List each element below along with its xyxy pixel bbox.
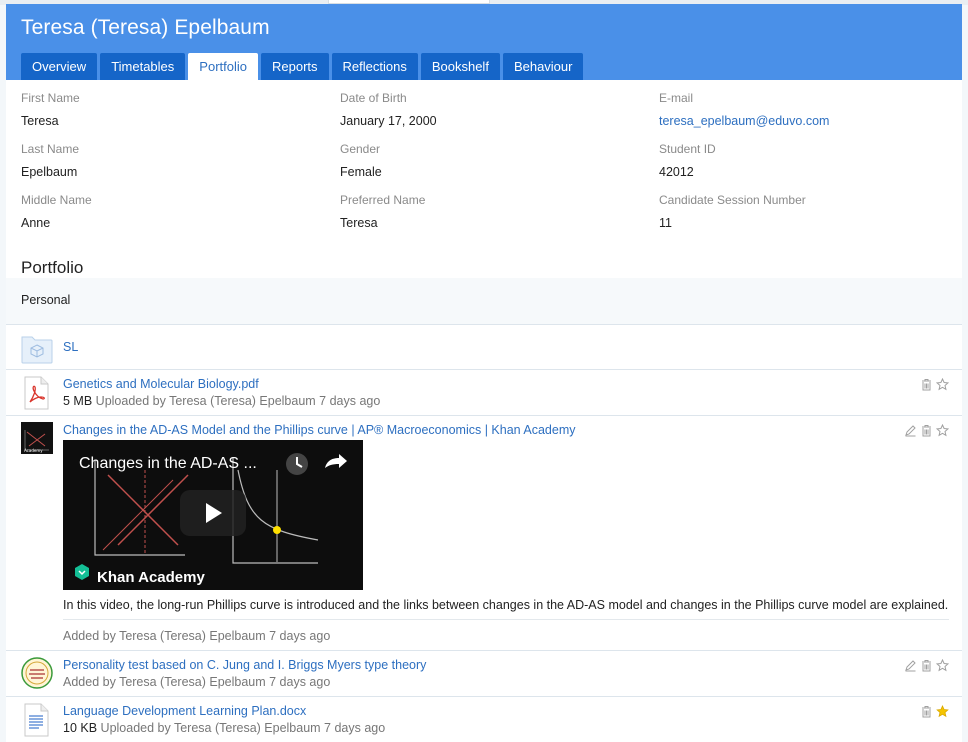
folder-row-sl[interactable]: SL <box>6 326 962 370</box>
tab-bookshelf[interactable]: Bookshelf <box>420 53 500 80</box>
item-divider <box>63 619 949 620</box>
trash-icon[interactable] <box>920 705 933 718</box>
item-size: 10 KB <box>63 721 98 735</box>
svg-text:Academy: Academy <box>24 448 43 453</box>
item-added-by: Added by Teresa (Teresa) Epelbaum 7 days… <box>63 675 331 689</box>
trash-icon[interactable] <box>920 659 933 672</box>
item-meta: 10 KB Uploaded by Teresa (Teresa) Epelba… <box>63 721 385 735</box>
star-filled-icon[interactable] <box>936 705 949 718</box>
item-description: In this video, the long-run Phillips cur… <box>63 598 949 612</box>
trash-icon[interactable] <box>920 378 933 391</box>
field-preferred-name: Preferred Name Teresa <box>340 193 640 230</box>
student-info: First Name Teresa Date of Birth January … <box>6 80 962 276</box>
item-title-link[interactable]: Personality test based on C. Jung and I.… <box>63 658 426 672</box>
field-label: Last Name <box>21 142 80 156</box>
field-gender: Gender Female <box>340 142 640 179</box>
portfolio-item-pdf: Genetics and Molecular Biology.pdf 5 MB … <box>6 370 962 416</box>
portfolio-section-personal: Personal <box>6 278 962 325</box>
student-name: Teresa (Teresa) Epelbaum <box>21 16 270 39</box>
pencil-icon[interactable] <box>904 659 917 672</box>
item-actions <box>920 377 950 391</box>
item-added-by: Added by Teresa (Teresa) Epelbaum 7 days… <box>63 629 331 643</box>
item-title-link[interactable]: Changes in the AD-AS Model and the Phill… <box>63 423 576 437</box>
portfolio-item-docx: Language Development Learning Plan.docx … <box>6 697 962 742</box>
field-label: Date of Birth <box>340 91 407 105</box>
field-label: Student ID <box>659 142 716 156</box>
star-icon[interactable] <box>935 658 950 672</box>
item-size: 5 MB <box>63 394 93 408</box>
embedded-video-player[interactable]: Changes in the AD-AS ... Khan Academy <box>63 440 363 590</box>
pdf-file-icon <box>21 376 51 413</box>
field-value: 11 <box>659 216 672 230</box>
document-file-icon <box>21 703 51 740</box>
item-actions <box>920 705 949 718</box>
field-middle-name: Middle Name Anne <box>21 193 321 230</box>
video-overlay-title: Changes in the AD-AS ... <box>79 455 257 472</box>
field-value: 42012 <box>659 165 694 179</box>
profile-tabs: Overview Timetables Portfolio Reports Re… <box>21 53 584 80</box>
folder-name[interactable]: SL <box>63 340 78 354</box>
portfolio-item-video: Academy Changes in the AD-AS Model and t… <box>6 416 962 651</box>
field-value: Teresa <box>21 114 59 128</box>
video-thumbnail-icon: Academy <box>21 422 53 457</box>
field-value: Teresa <box>340 216 378 230</box>
field-label: Gender <box>340 142 381 156</box>
star-icon[interactable] <box>935 423 950 437</box>
item-title-link[interactable]: Language Development Learning Plan.docx <box>63 704 306 718</box>
personality-test-logo-icon <box>21 657 53 692</box>
item-meta: 5 MB Uploaded by Teresa (Teresa) Epelbau… <box>63 394 380 408</box>
tab-behaviour[interactable]: Behaviour <box>502 53 584 80</box>
pencil-icon[interactable] <box>904 424 917 437</box>
star-icon[interactable] <box>935 377 950 391</box>
field-dob: Date of Birth January 17, 2000 <box>340 91 640 128</box>
item-uploaded-by: Uploaded by Teresa (Teresa) Epelbaum 7 d… <box>100 721 386 735</box>
field-value: Epelbaum <box>21 165 78 179</box>
field-student-id: Student ID 42012 <box>659 142 959 179</box>
tab-reports[interactable]: Reports <box>261 53 329 80</box>
field-first-name: First Name Teresa <box>21 91 321 128</box>
field-value: Anne <box>21 216 51 230</box>
field-last-name: Last Name Epelbaum <box>21 142 321 179</box>
main-panel: First Name Teresa Date of Birth January … <box>6 80 962 742</box>
field-label: Candidate Session Number <box>659 193 806 207</box>
tab-portfolio[interactable]: Portfolio <box>188 53 258 80</box>
section-label: Personal <box>21 293 71 307</box>
field-label: Middle Name <box>21 193 92 207</box>
field-label: E-mail <box>659 91 694 105</box>
field-label: First Name <box>21 91 80 105</box>
student-header: Teresa (Teresa) Epelbaum Overview Timeta… <box>6 4 962 80</box>
email-link[interactable]: teresa_epelbaum@eduvo.com <box>659 114 959 128</box>
field-email: E-mail teresa_epelbaum@eduvo.com <box>659 91 959 128</box>
item-uploaded-by: Uploaded by Teresa (Teresa) Epelbaum 7 d… <box>95 394 381 408</box>
field-value: Female <box>340 165 382 179</box>
field-candidate-session: Candidate Session Number 11 <box>659 193 959 230</box>
trash-icon[interactable] <box>920 424 933 437</box>
tab-timetables[interactable]: Timetables <box>100 53 186 80</box>
portfolio-heading: Portfolio <box>21 258 84 277</box>
video-brand-label: Khan Academy <box>97 569 205 586</box>
item-title-link[interactable]: Genetics and Molecular Biology.pdf <box>63 377 259 391</box>
item-actions <box>904 658 950 672</box>
field-value: January 17, 2000 <box>340 114 437 128</box>
field-label: Preferred Name <box>340 193 426 207</box>
portfolio-item-personality-test: Personality test based on C. Jung and I.… <box>6 651 962 697</box>
tab-reflections[interactable]: Reflections <box>331 53 418 80</box>
tab-overview[interactable]: Overview <box>21 53 98 80</box>
item-actions <box>904 423 950 437</box>
folder-box-icon <box>21 332 53 367</box>
